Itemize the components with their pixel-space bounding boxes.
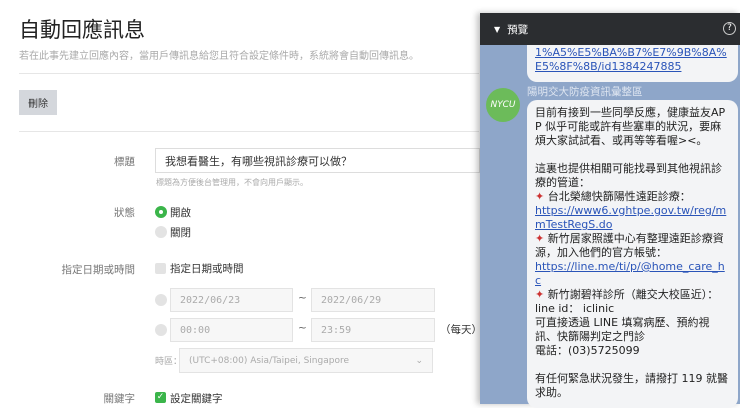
title-label: 標題 [114,156,135,168]
vghtpe-link[interactable]: https://www6.vghtpe.gov.tw/reg/mmTestReg… [535,204,726,231]
date-range-radio[interactable] [155,294,167,306]
message-line: line id： iclinic [535,302,615,315]
preview-header[interactable]: ▼ 預覽 ? [480,13,740,45]
timezone-value: (UTC+08:00) Asia/Taipei, Singapore [189,355,349,366]
daily-label: （每天） [440,324,482,336]
tilde: ~ [298,292,307,304]
bird-emoji-icon: ✦ [535,232,545,245]
previous-message-link[interactable]: 1%A5%E5%BA%B7%E7%9B%8A%E5%8F%8B/id138424… [535,46,727,73]
message-item: 台北榮總快篩陽性遠距診療： [547,190,691,203]
time-from-input[interactable]: 00:00 [170,318,293,342]
bird-emoji-icon: ✦ [535,190,545,203]
status-on-radio[interactable] [155,206,167,218]
timezone-select[interactable]: (UTC+08:00) Asia/Taipei, Singapore ⌄ [179,348,433,373]
title-hint: 標題為方便後台管理用，不會向用戶顯示。 [156,178,308,187]
date-checkbox[interactable] [155,263,166,274]
date-checkbox-label: 指定日期或時間 [170,263,244,275]
message-paragraph: 有任何緊急狀況發生，請撥打 119 就醫求助。 [535,372,728,399]
preview-panel: 1%A5%E5%BA%B7%E7%9B%8A%E5%8F%8B/id138424… [480,13,740,408]
divider [19,131,479,132]
time-to-input[interactable]: 23:59 [311,318,435,342]
title-input[interactable]: 我想看醫生，有哪些視訊診療可以做？ [155,148,480,173]
date-from-input[interactable]: 2022/06/23 [170,288,293,312]
message-line: 電話：(03)5725099 [535,344,640,357]
date-to-input[interactable]: 2022/06/29 [311,288,435,312]
chevron-down-icon: ⌄ [415,355,423,366]
status-off-label: 關閉 [170,227,191,239]
bird-emoji-icon: ✦ [535,288,545,301]
date-label: 指定日期或時間 [61,264,136,276]
message-line: 可直接透過 LINE 填寫病歷、預約視訊、快篩陽判定之門診 [535,316,710,343]
time-range-radio[interactable] [155,324,167,336]
tilde: ~ [298,322,307,334]
preview-title: 預覽 [507,23,529,36]
divider [19,73,479,74]
status-label: 狀態 [114,207,135,219]
delete-button[interactable]: 刪除 [19,90,57,115]
page-subtitle: 若在此事先建立回應內容，當用戶傳訊息給您且符合設定條件時，系統將會自動回傳訊息。 [19,51,419,62]
status-off-radio[interactable] [155,226,167,238]
message-item: 新竹居家照護中心有整理遠距診療資源，加入他們的官方帳號： [535,232,724,259]
keyword-checkbox[interactable]: ✓ [155,392,166,403]
help-icon[interactable]: ? [723,22,736,35]
sender-avatar: NYCU [486,88,520,122]
caret-down-icon: ▼ [494,24,501,34]
message-item: 新竹謝碧祥診所（離交大校區近）： [547,288,719,301]
title-input-value: 我想看醫生，有哪些視訊診療可以做？ [165,154,352,168]
message-bubble: 目前有接到一些同學反應，健康益友APP 似乎可能或許有些塞車的狀況，要麻煩大家試… [527,100,738,408]
message-paragraph: 這裏也提供相關可能找尋到其他視訊診療的管道： [535,162,722,189]
sender-name: 陽明交大防疫資訊彙整區 [527,86,643,98]
timezone-label: 時區： [155,357,183,367]
message-paragraph: 目前有接到一些同學反應，健康益友APP 似乎可能或許有些塞車的狀況，要麻煩大家試… [535,106,726,147]
status-on-label: 開啟 [170,207,191,219]
page-title: 自動回應訊息 [19,18,145,42]
home-care-link[interactable]: https://line.me/ti/p/@home_care_hc [535,260,725,287]
